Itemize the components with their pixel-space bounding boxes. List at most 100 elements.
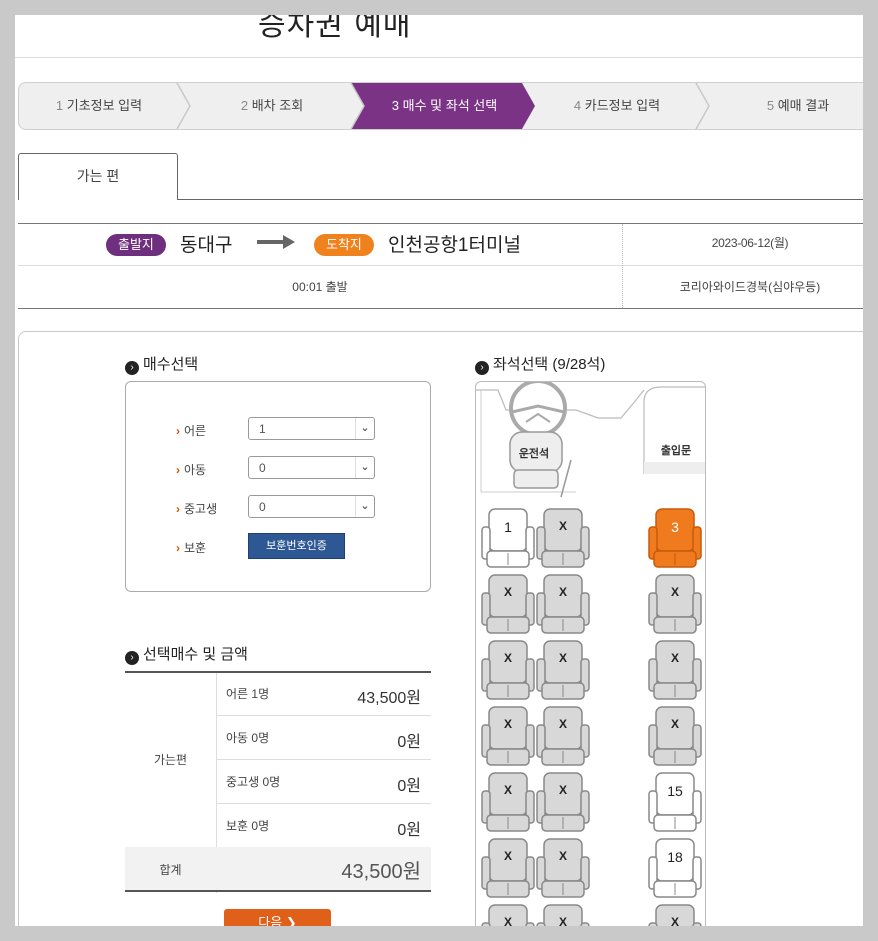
seat-label: X [670,651,679,665]
chevron-right-icon: ❯ [285,915,297,926]
seat-taken: X [535,903,591,926]
adult-label: › 어른 [176,424,207,438]
chevron-down-icon: ⌄ [355,418,374,439]
seat-icon [648,640,702,700]
seat-label: X [558,519,567,533]
departure-terminal: 동대구 [180,235,233,256]
seat-taken: X [480,639,536,701]
seat-icon [536,706,590,766]
seat-icon [648,508,702,568]
seat-section-title: › 좌석선택 (9/28석) [475,353,605,375]
veteran-label: › 보훈 [176,541,207,555]
seat-icon [481,574,535,634]
route-info-top-border [18,223,863,224]
price-item-value: 0원 [397,778,421,795]
total-price: 43,500원 [341,861,421,883]
arrival-badge: 도착지 [314,234,374,256]
seat-taken: X [535,639,591,701]
seat-label: 3 [671,519,679,535]
seat-icon [648,706,702,766]
seat-label: 18 [667,849,683,865]
seat-taken: X [647,573,703,635]
tab-outbound[interactable]: 가는 편 [18,153,178,200]
chevron-right-icon: › [125,361,139,375]
seat-icon [536,640,590,700]
departure-date: 2023-06-12(월) [711,236,789,250]
bus-seat-map: 운전석 출입문 1 X 3 X X X X X X X X X X X 15 X X 18 X X X [475,381,706,926]
seat-taken: X [480,705,536,767]
seat-label: X [558,849,567,863]
seat-taken: X [480,771,536,833]
price-group-label: 가는편 [153,753,188,767]
seat-label: 15 [667,783,683,799]
seat-taken: X [480,903,536,926]
price-table-row-divider [216,803,431,804]
price-table-bottom-border [125,890,431,892]
total-label: 합계 [159,863,182,877]
seat-icon [481,706,535,766]
seat-icon [648,838,702,898]
student-label: › 중고생 [176,502,218,516]
seat-icon [648,772,702,832]
title-divider [15,57,863,58]
seat-1[interactable]: 1 [480,507,536,569]
seat-label: X [558,915,567,926]
seat-label: X [558,717,567,731]
departure-time: 00:01 출발 [292,280,348,294]
seat-taken: X [535,507,591,569]
seat-taken: X [647,903,703,926]
seat-label: X [503,783,512,797]
seat-icon [481,838,535,898]
seat-label: X [558,585,567,599]
student-count-select[interactable]: 0 ⌄ [248,495,375,518]
step-progress-bar: 1 기초정보 입력 2 배차 조회 3 매수 및 좌석 선택 4 카드정보 입력… [18,82,863,130]
arrival-terminal: 인천공항1터미널 [388,235,521,256]
step-2: 2 배차 조회 [240,98,304,113]
seat-icon [648,574,702,634]
chevron-right-icon: › [125,651,139,665]
seat-taken: X [480,573,536,635]
seat-label: X [670,585,679,599]
seat-label: X [503,717,512,731]
seat-3[interactable]: 3 [647,507,703,569]
route-arrow-icon [257,235,295,249]
seat-taken: X [647,639,703,701]
price-table-top-border [125,671,431,673]
seat-icon [536,772,590,832]
seat-label: 1 [504,519,512,535]
price-section-title: › 선택매수 및 금액 [125,643,248,665]
seat-label: X [558,651,567,665]
door-label: 출입문 [660,445,692,457]
price-item-value: 0원 [397,822,421,839]
child-label: › 아동 [176,463,207,477]
route-info-row-divider [18,265,863,266]
seat-taken: X [480,837,536,899]
step-4: 4 카드정보 입력 [573,98,661,113]
step-5: 5 예매 결과 [766,98,830,113]
seat-label: X [503,849,512,863]
tab-baseline [178,199,863,200]
seat-15[interactable]: 15 [647,771,703,833]
seat-label: X [558,783,567,797]
bus-company: 코리아와이드경북(심야우등) [679,280,821,294]
seat-taken: X [535,573,591,635]
price-item-label: 어른 1명 [226,687,270,701]
seat-label: X [503,915,512,926]
seat-taken: X [535,771,591,833]
seat-icon [536,508,590,568]
adult-count-select[interactable]: 1 ⌄ [248,417,375,440]
count-section-title: › 매수선택 [125,353,198,375]
chevron-down-icon: ⌄ [355,496,374,517]
departure-badge: 출발지 [106,234,166,256]
price-item-label: 아동 0명 [226,731,270,745]
veteran-verify-button[interactable]: 보훈번호인증 [248,533,345,559]
child-count-select[interactable]: 0 ⌄ [248,456,375,479]
count-selection-box: › 어른 1 ⌄ › 아동 0 ⌄ › 중고생 0 ⌄ › 보훈 보훈번호인증 [125,381,431,592]
seat-taken: X [647,705,703,767]
price-item-label: 중고생 0명 [226,775,281,789]
seat-18[interactable]: 18 [647,837,703,899]
chevron-down-icon: ⌄ [355,457,374,478]
next-button[interactable]: 다음 ❯ [224,909,331,926]
page-title: 승차권 예매 [258,15,412,43]
price-item-label: 보훈 0명 [226,819,270,833]
